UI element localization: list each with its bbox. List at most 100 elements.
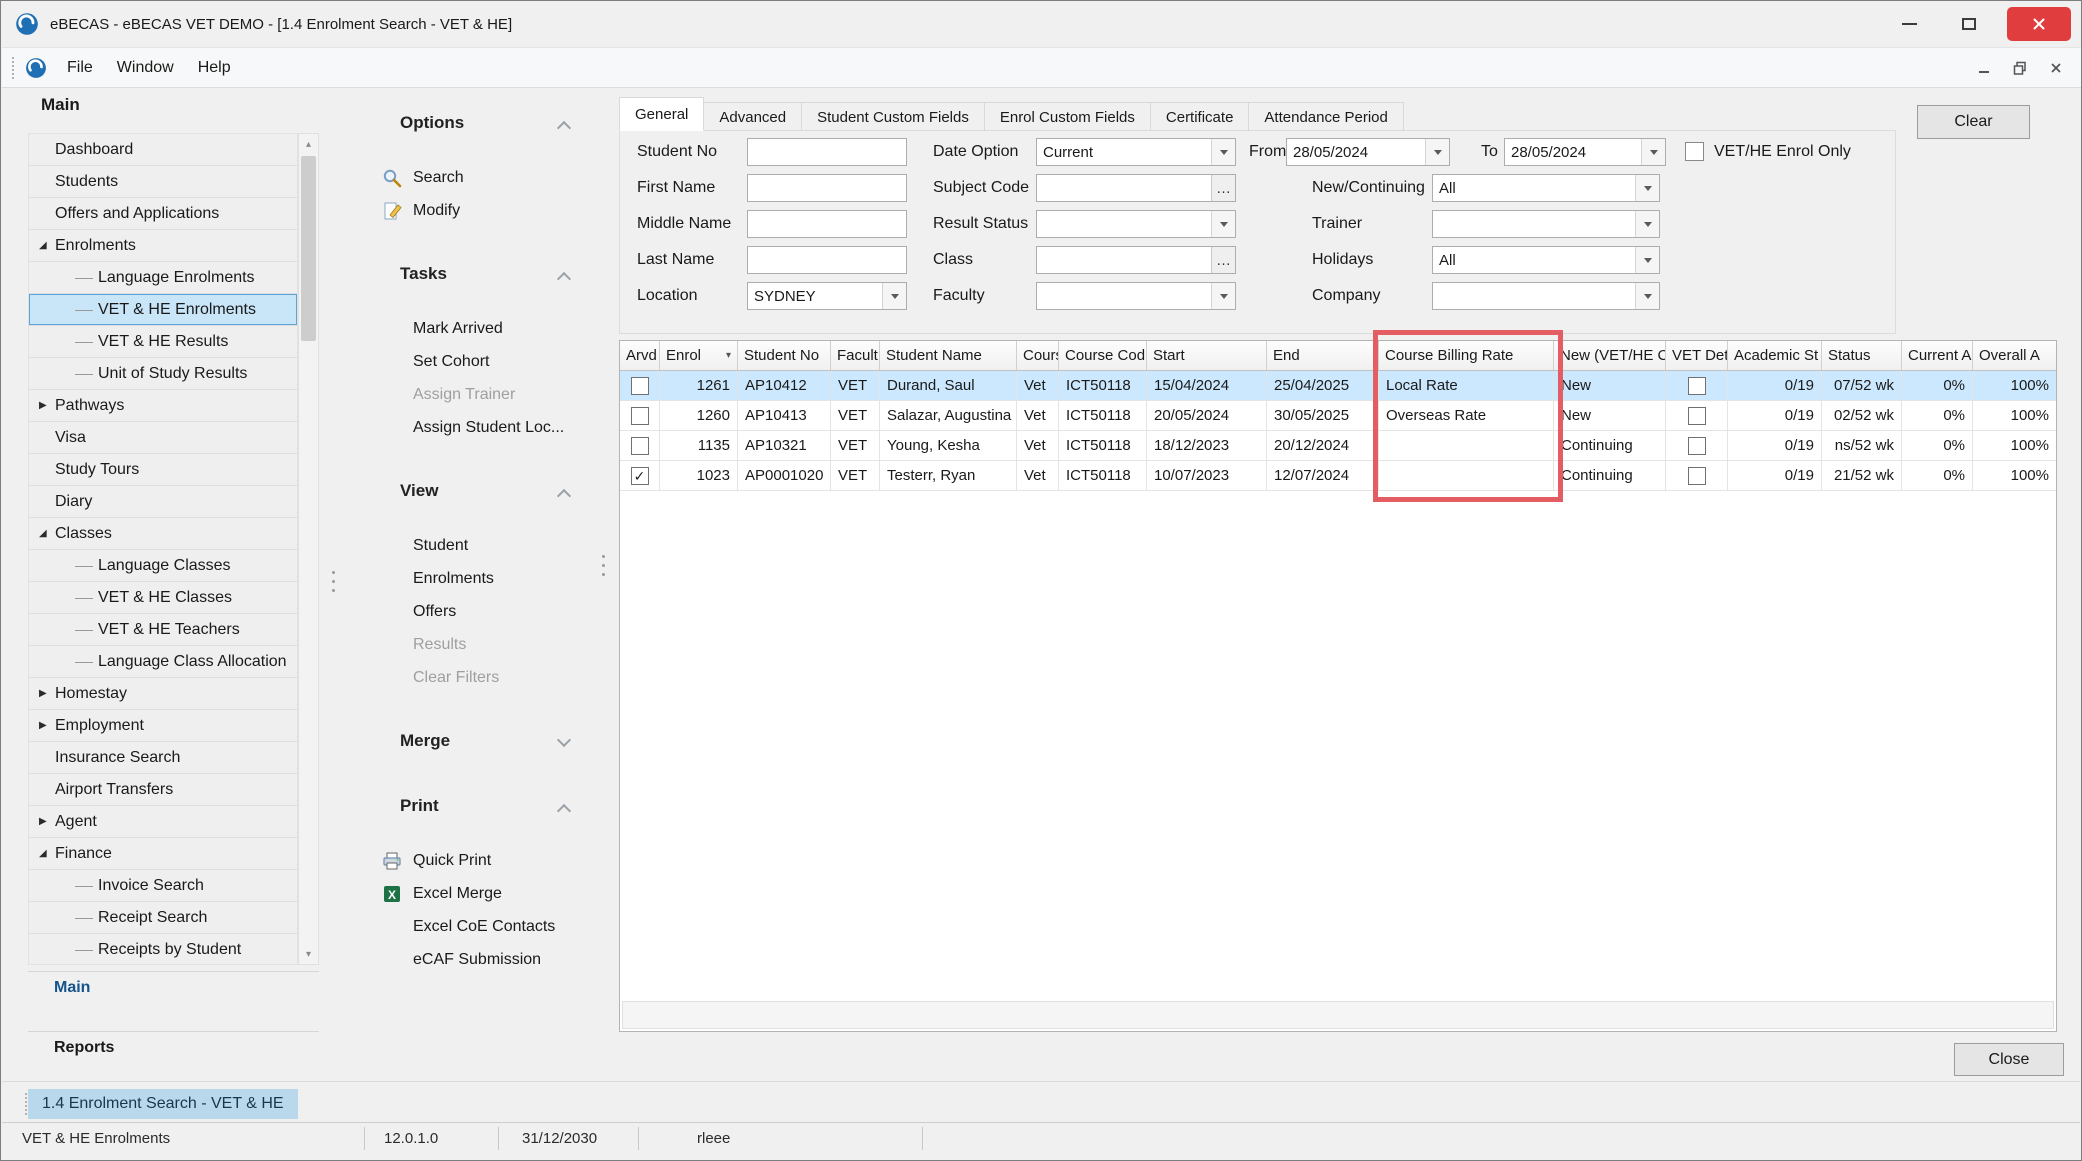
table-row[interactable]: 1261AP10412VETDurand, SaulVetICT5011815/… [620,371,2056,401]
menu-help[interactable]: Help [186,59,243,77]
table-row[interactable]: 1135AP10321VETYoung, KeshaVetICT5011818/… [620,431,2056,461]
splitter-handle[interactable] [329,557,337,605]
location-select[interactable]: SYDNEY [747,282,907,310]
action-group-header-print[interactable]: Print [347,796,613,824]
mdi-minimize-button[interactable] [1970,55,1998,81]
sidebar-item-insurance-search[interactable]: Insurance Search [29,742,297,774]
tab-advanced[interactable]: Advanced [703,102,802,131]
action-enrolments[interactable]: Enrolments [347,562,613,595]
chevron-up-icon[interactable] [557,121,571,135]
sidebar-item-classes[interactable]: ◢Classes [29,518,297,550]
student-no-input[interactable] [747,138,907,166]
column-header-facult[interactable]: Facult [831,341,880,370]
tab-attendance-period[interactable]: Attendance Period [1248,102,1403,131]
sidebar-item-vet-he-results[interactable]: VET & HE Results [29,326,297,358]
chevron-up-icon[interactable] [557,272,571,286]
sidebar-section-main[interactable]: Main [28,971,319,1003]
ellipsis-button[interactable] [1211,175,1235,201]
menu-file[interactable]: File [55,59,105,77]
subject-code-input[interactable] [1036,174,1236,202]
column-header-new-vet-he-c[interactable]: New (VET/HE C [1554,341,1666,370]
sidebar-item-visa[interactable]: Visa [29,422,297,454]
vet-he-enrol-only-checkbox[interactable] [1685,142,1704,161]
chevron-down-icon[interactable] [557,733,571,747]
sidebar-item-receipt-search[interactable]: Receipt Search [29,902,297,934]
arrived-checkbox[interactable]: ✓ [631,467,649,485]
class-input[interactable] [1036,246,1236,274]
new-continuing-select[interactable]: All [1432,174,1660,202]
sidebar-item-students[interactable]: Students [29,166,297,198]
sidebar-section-reports[interactable]: Reports [28,1031,319,1063]
action-mark-arrived[interactable]: Mark Arrived [347,312,613,345]
action-search[interactable]: Search [347,161,613,194]
maximize-button[interactable] [1947,7,1991,41]
action-ecaf-submission[interactable]: eCAF Submission [347,943,613,976]
sidebar-item-finance[interactable]: ◢Finance [29,838,297,870]
sidebar-item-study-tours[interactable]: Study Tours [29,454,297,486]
mdi-restore-button[interactable] [2006,55,2034,81]
sidebar-item-vet-he-teachers[interactable]: VET & HE Teachers [29,614,297,646]
action-set-cohort[interactable]: Set Cohort [347,345,613,378]
arrived-checkbox[interactable] [631,377,649,395]
close-window-button[interactable] [2007,7,2071,41]
action-group-header-view[interactable]: View [347,481,613,509]
sidebar-item-vet-he-classes[interactable]: VET & HE Classes [29,582,297,614]
column-header-arvd[interactable]: Arvd [620,341,660,370]
column-header-student-no[interactable]: Student No [738,341,831,370]
column-header-cours[interactable]: Cours [1017,341,1059,370]
arrived-checkbox[interactable] [631,407,649,425]
minimize-button[interactable] [1887,7,1931,41]
sidebar-item-language-enrolments[interactable]: Language Enrolments [29,262,297,294]
action-group-header-tasks[interactable]: Tasks [347,264,613,292]
ellipsis-button[interactable] [1211,247,1235,273]
action-quick-print[interactable]: Quick Print [347,844,613,877]
scroll-up-icon[interactable] [299,134,318,154]
vet-details-checkbox[interactable] [1688,437,1706,455]
column-header-start[interactable]: Start [1147,341,1267,370]
sidebar-item-agent[interactable]: ▶Agent [29,806,297,838]
action-excel-merge[interactable]: XExcel Merge [347,877,613,910]
menubar-grip[interactable] [12,57,17,79]
tab-certificate[interactable]: Certificate [1150,102,1250,131]
arrived-checkbox[interactable] [631,437,649,455]
sidebar-item-diary[interactable]: Diary [29,486,297,518]
holidays-select[interactable]: All [1432,246,1660,274]
column-header-overall-a[interactable]: Overall A [1973,341,2057,370]
last-name-input[interactable] [747,246,907,274]
sidebar-item-invoice-search[interactable]: Invoice Search [29,870,297,902]
company-select[interactable] [1432,282,1660,310]
tab-general[interactable]: General [619,97,704,131]
sidebar-item-homestay[interactable]: ▶Homestay [29,678,297,710]
mdi-close-button[interactable] [2042,55,2070,81]
sidebar-item-pathways[interactable]: ▶Pathways [29,390,297,422]
date-option-select[interactable]: Current [1036,138,1236,166]
column-header-current-a[interactable]: Current A [1902,341,1973,370]
column-header-course-billing-rate[interactable]: Course Billing Rate [1379,341,1554,370]
sidebar-item-offers-and-applications[interactable]: Offers and Applications [29,198,297,230]
scrollbar-thumb[interactable] [301,156,316,341]
action-student[interactable]: Student [347,529,613,562]
from-date-select[interactable]: 28/05/2024 [1286,138,1450,166]
column-header-course-cod[interactable]: Course Cod [1059,341,1147,370]
window-tab[interactable]: 1.4 Enrolment Search - VET & HE [28,1089,298,1119]
table-row[interactable]: ✓1023AP0001020VETTesterr, RyanVetICT5011… [620,461,2056,491]
sidebar-item-vet-he-enrolments[interactable]: VET & HE Enrolments [29,294,297,326]
column-header-enrol[interactable]: Enrol▾ [660,341,738,370]
close-button[interactable]: Close [1954,1043,2064,1076]
trainer-select[interactable] [1432,210,1660,238]
sidebar-scrollbar[interactable] [298,133,319,965]
sidebar-item-receipts-by-student[interactable]: Receipts by Student [29,934,297,965]
action-group-header-merge[interactable]: Merge [347,731,613,759]
column-header-vet-det[interactable]: VET Det [1666,341,1728,370]
sidebar-item-dashboard[interactable]: Dashboard [29,134,297,166]
chevron-up-icon[interactable] [557,489,571,503]
sidebar-item-enrolments[interactable]: ◢Enrolments [29,230,297,262]
column-header-end[interactable]: End [1267,341,1379,370]
to-date-select[interactable]: 28/05/2024 [1504,138,1666,166]
tab-student-custom-fields[interactable]: Student Custom Fields [801,102,985,131]
column-header-student-name[interactable]: Student Name [880,341,1017,370]
middle-name-input[interactable] [747,210,907,238]
sidebar-item-unit-of-study-results[interactable]: Unit of Study Results [29,358,297,390]
clear-button[interactable]: Clear [1917,105,2030,139]
vet-details-checkbox[interactable] [1688,467,1706,485]
